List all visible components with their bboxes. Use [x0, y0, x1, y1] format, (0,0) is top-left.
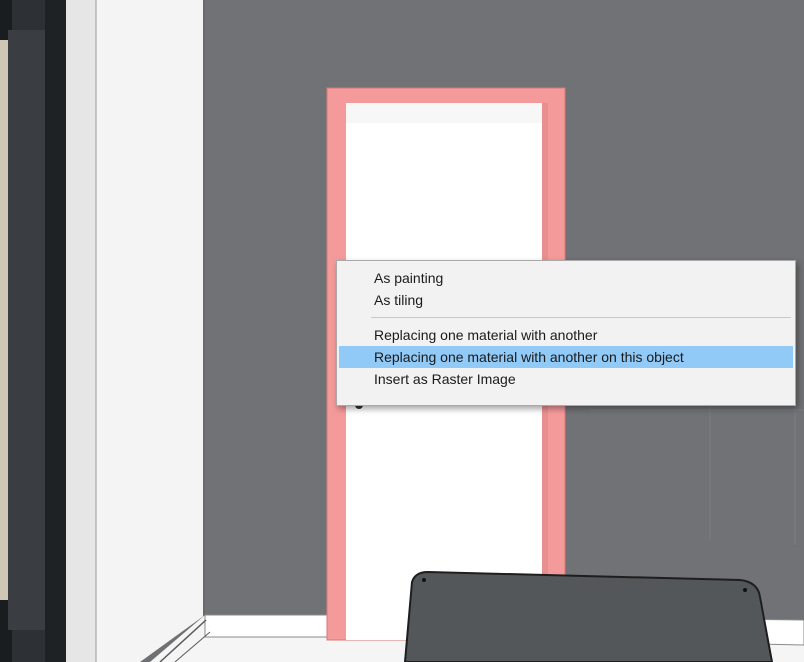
baseboard-left: [204, 614, 331, 638]
side-wall-edge: [66, 0, 96, 662]
menu-item-as-painting[interactable]: As painting: [337, 267, 795, 289]
menu-separator: [371, 317, 791, 318]
menu-item-replace-material[interactable]: Replacing one material with another: [337, 324, 795, 346]
chair-back: [403, 570, 774, 662]
menu-item-as-tiling[interactable]: As tiling: [337, 289, 795, 311]
3d-viewport[interactable]: As painting As tiling Replacing one mate…: [0, 0, 804, 662]
chair-screw: [422, 578, 426, 582]
chair-screw: [743, 588, 747, 592]
left-frame: [45, 0, 67, 662]
context-menu: As painting As tiling Replacing one mate…: [336, 260, 796, 406]
left-pale-strip: [0, 40, 8, 600]
menu-item-insert-raster-image[interactable]: Insert as Raster Image: [337, 368, 795, 390]
menu-item-replace-material-on-object[interactable]: Replacing one material with another on t…: [339, 346, 793, 368]
door-top-shadow: [346, 103, 542, 123]
